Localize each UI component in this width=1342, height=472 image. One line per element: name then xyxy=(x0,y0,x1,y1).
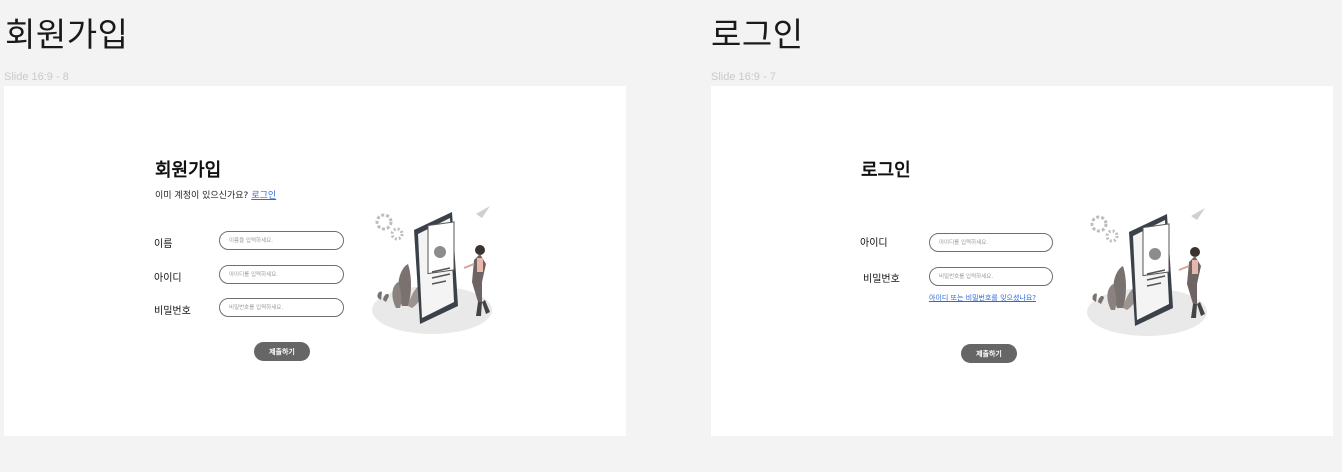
login-slide: 로그인 아이디 비밀번호 아이디 또는 비밀번호를 잊으셨나요? 제출하기 xyxy=(711,86,1333,436)
login-password-input[interactable] xyxy=(929,267,1053,286)
login-title: 로그인 xyxy=(861,160,911,181)
forgot-credentials-link[interactable]: 아이디 또는 비밀번호를 잊으셨나요? xyxy=(929,293,1036,303)
login-frame-label[interactable]: Slide 16:9 - 7 xyxy=(711,71,776,83)
signup-frame-label[interactable]: Slide 16:9 - 8 xyxy=(4,71,69,83)
name-label: 이름 xyxy=(154,239,173,250)
signup-sub-question: 이미 계정이 있으신가요? xyxy=(155,191,249,201)
name-input[interactable] xyxy=(219,231,344,250)
login-id-input[interactable] xyxy=(929,233,1053,252)
signup-password-label: 비밀번호 xyxy=(154,306,191,317)
login-heading: 로그인 xyxy=(711,15,804,54)
signup-sub-text: 이미 계정이 있으신가요? 로그인 xyxy=(155,188,276,201)
login-submit-button[interactable]: 제출하기 xyxy=(961,344,1017,363)
signup-submit-button[interactable]: 제출하기 xyxy=(254,342,310,361)
signup-password-input[interactable] xyxy=(219,298,344,317)
signup-heading: 회원가입 xyxy=(5,15,129,54)
signup-title: 회원가입 xyxy=(155,160,222,181)
phone-profile-illustration-icon xyxy=(1087,208,1207,336)
login-id-label: 아이디 xyxy=(860,238,888,249)
login-link[interactable]: 로그인 xyxy=(251,191,276,201)
signup-id-input[interactable] xyxy=(219,265,344,284)
signup-slide: 회원가입 이미 계정이 있으신가요?로그인 이름 아이디 비밀번호 제출하기 xyxy=(4,86,626,436)
signup-id-label: 아이디 xyxy=(154,273,182,284)
phone-profile-illustration-icon xyxy=(372,206,492,334)
login-password-label: 비밀번호 xyxy=(863,274,900,285)
